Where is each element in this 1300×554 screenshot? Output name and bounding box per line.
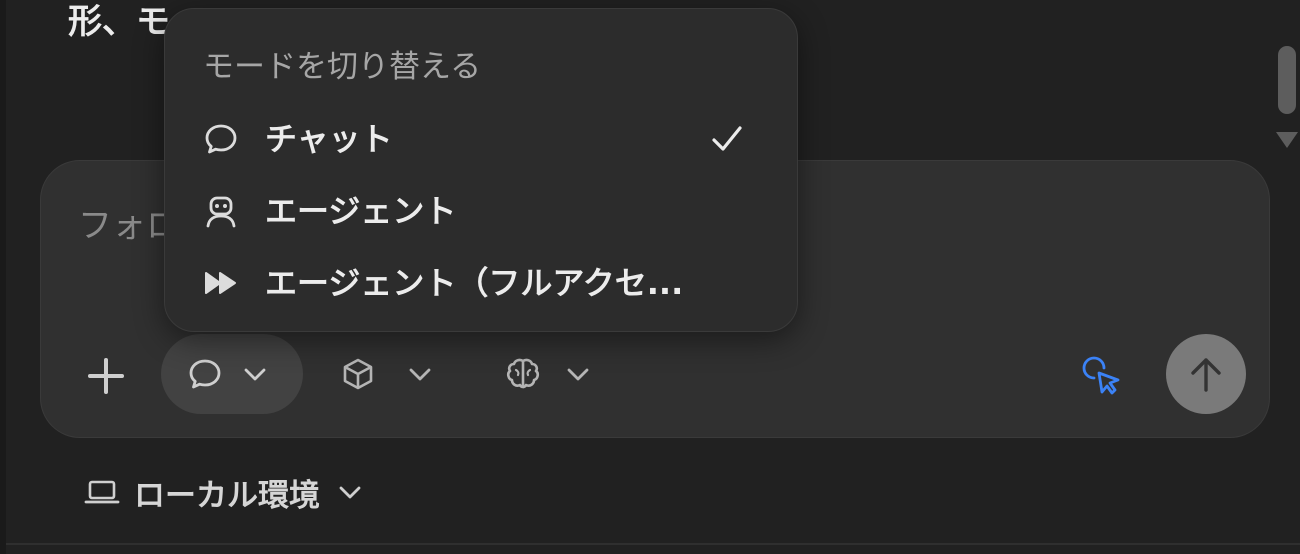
send-button[interactable] bbox=[1166, 334, 1246, 414]
cursor-click-icon bbox=[1082, 356, 1126, 400]
model-selector-button[interactable] bbox=[330, 334, 450, 414]
menu-item-label: エージェント（フルアクセ... bbox=[265, 264, 684, 302]
scrollbar-thumb[interactable] bbox=[1278, 46, 1296, 114]
checkmark-icon bbox=[709, 121, 745, 157]
left-edge bbox=[0, 0, 6, 554]
computer-use-toggle[interactable] bbox=[1082, 356, 1126, 400]
chat-bubble-icon bbox=[203, 121, 239, 157]
add-attachment-button[interactable] bbox=[84, 354, 128, 398]
bottom-divider bbox=[6, 543, 1300, 545]
robot-icon bbox=[203, 193, 239, 229]
app-window: 形、モ… フォロ モードを切り替える チャット エージェント エージェント（フル… bbox=[0, 0, 1300, 554]
menu-item-label: チャット bbox=[265, 120, 393, 158]
cube-icon bbox=[340, 356, 376, 392]
environment-selector[interactable]: ローカル環境 bbox=[84, 468, 364, 516]
menu-item-agent-full-access[interactable]: エージェント（フルアクセ... bbox=[185, 251, 779, 315]
scroll-down-arrow-icon[interactable] bbox=[1276, 132, 1298, 148]
chevron-down-icon bbox=[564, 360, 592, 388]
reasoning-selector-button[interactable] bbox=[494, 334, 614, 414]
menu-item-label: エージェント bbox=[265, 192, 457, 230]
menu-item-agent[interactable]: エージェント bbox=[185, 179, 779, 243]
chat-bubble-icon bbox=[187, 356, 223, 392]
menu-title: モードを切り替える bbox=[203, 49, 482, 85]
chevron-down-icon bbox=[406, 360, 434, 388]
mode-switch-menu: モードを切り替える チャット エージェント エージェント（フルアクセ... bbox=[164, 8, 798, 332]
brain-icon bbox=[504, 355, 542, 393]
chevron-down-icon bbox=[241, 360, 269, 388]
environment-label: ローカル環境 bbox=[134, 477, 320, 514]
mode-selector-button[interactable] bbox=[161, 334, 303, 414]
fast-forward-icon bbox=[203, 265, 239, 301]
menu-item-chat[interactable]: チャット bbox=[185, 107, 779, 171]
chevron-down-icon bbox=[336, 478, 364, 506]
laptop-icon bbox=[84, 474, 120, 510]
arrow-up-icon bbox=[1184, 352, 1228, 396]
